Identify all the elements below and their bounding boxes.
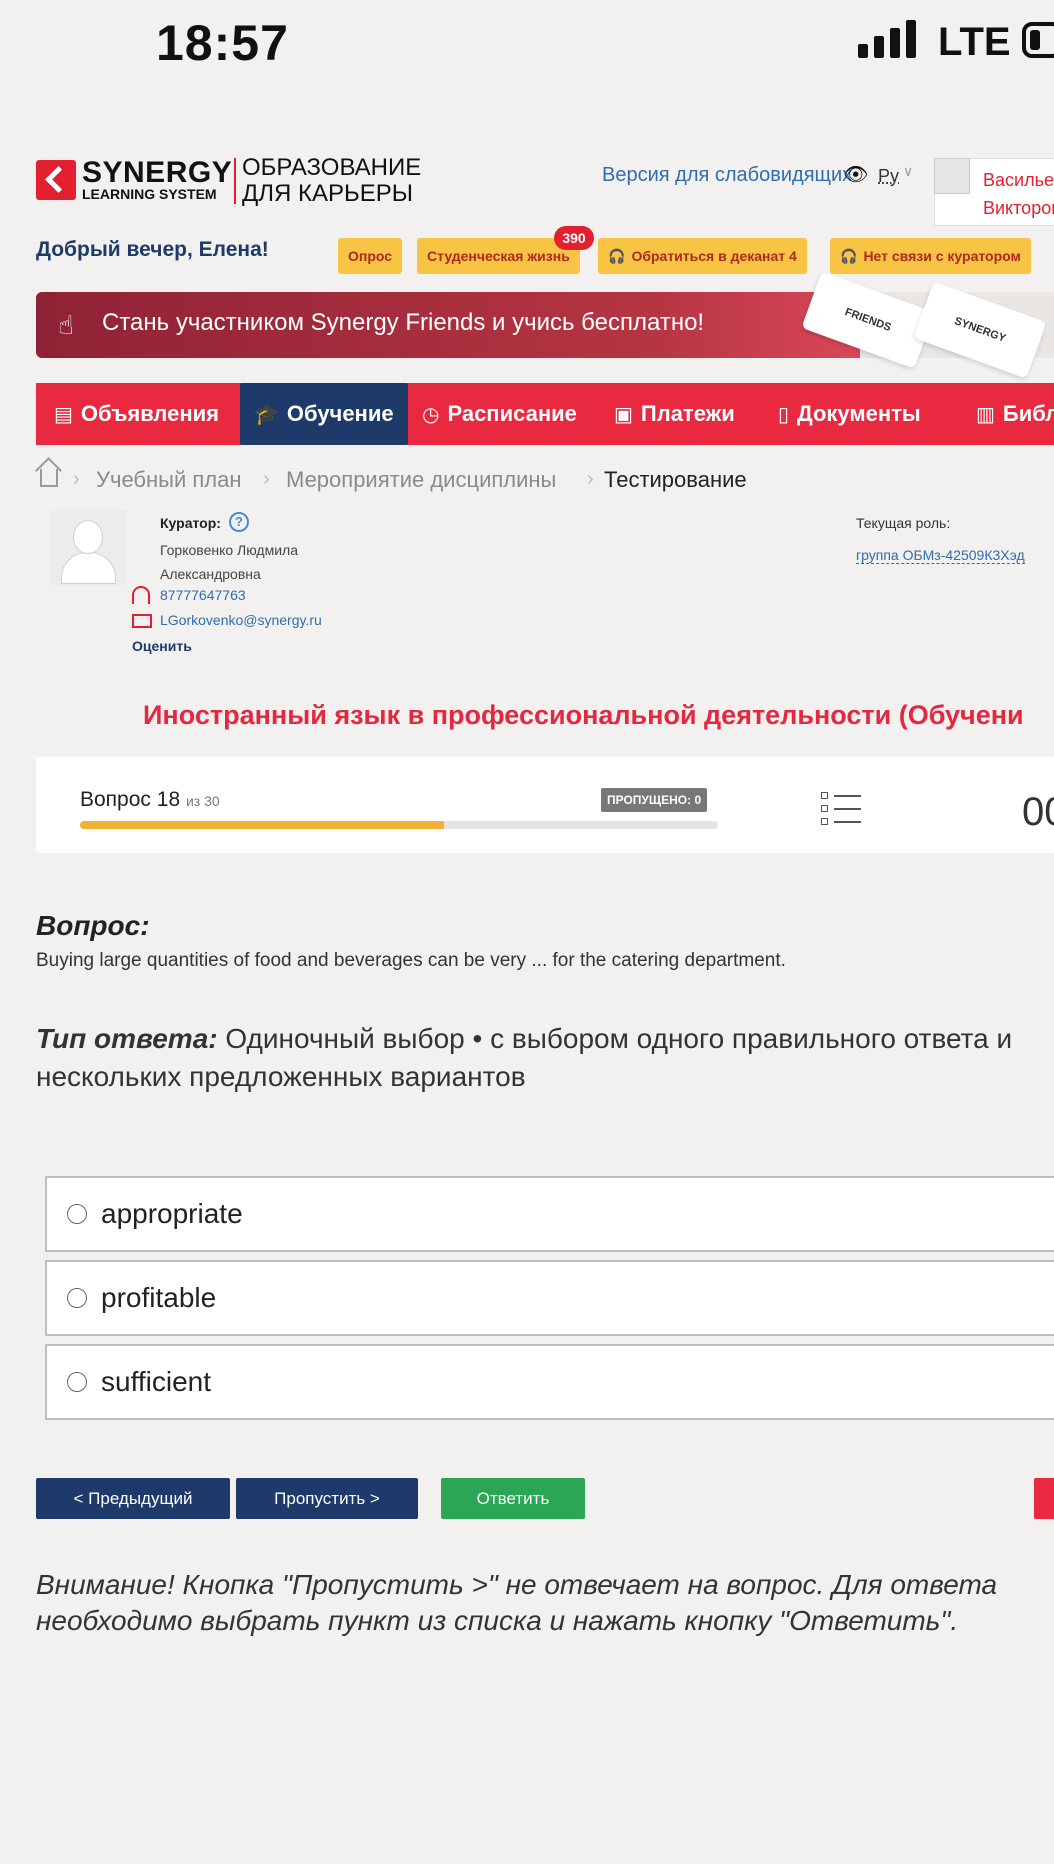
curator-name-line-1: Горковенко Людмила xyxy=(160,542,298,558)
chip-no-curator[interactable]: 🎧 Нет связи с куратором xyxy=(830,238,1031,274)
option-label: profitable xyxy=(101,1282,217,1313)
timer: 00 xyxy=(1022,790,1054,834)
previous-button[interactable]: < Предыдущий xyxy=(36,1478,230,1519)
user-name[interactable]: Васильев Викторов xyxy=(983,166,1054,222)
user-name-line-1: Васильев xyxy=(983,170,1054,190)
breadcrumb-discipline-event[interactable]: Мероприятие дисциплины xyxy=(286,467,556,493)
question-total: из 30 xyxy=(185,793,220,809)
curator-avatar xyxy=(51,510,126,585)
chip-label: Обратиться в деканат 4 xyxy=(631,248,797,264)
home-icon[interactable] xyxy=(40,469,58,487)
nav-label: Расписание xyxy=(447,401,577,426)
skipped-badge: ПРОПУЩЕНО: 0 xyxy=(601,788,708,812)
nav-label: Обучение xyxy=(286,401,394,426)
eye-icon[interactable]: 👁 xyxy=(843,162,868,187)
network-label: LTE xyxy=(938,20,1011,64)
breadcrumb-separator: › xyxy=(263,468,270,490)
radio-button[interactable] xyxy=(67,1372,87,1392)
nav-label: Платежи xyxy=(640,401,735,426)
rate-curator-link[interactable]: Оценить xyxy=(132,638,192,654)
logo-title: SYNERGY xyxy=(82,156,233,189)
role-label: Текущая роль: xyxy=(856,515,951,531)
signal-icon xyxy=(858,20,916,58)
breadcrumb-testing: Тестирование xyxy=(604,467,747,492)
answer-option[interactable]: profitable xyxy=(45,1260,1054,1336)
headset-icon xyxy=(132,586,150,604)
chip-label: Студенческая жизнь xyxy=(427,248,570,264)
question-counter: Вопрос 18 из 30 xyxy=(80,788,220,812)
question-text: Buying large quantities of food and beve… xyxy=(36,950,786,971)
chip-survey[interactable]: Опрос xyxy=(338,238,403,274)
headset-icon: 🎧 xyxy=(608,247,626,264)
nav-library[interactable]: ▥ Библ xyxy=(976,383,1054,445)
option-label: appropriate xyxy=(101,1198,243,1229)
skip-button[interactable]: Пропустить > xyxy=(236,1478,418,1519)
pointer-hand-icon: ☝ xyxy=(58,310,74,340)
radio-button[interactable] xyxy=(67,1204,87,1224)
answer-option[interactable]: appropriate xyxy=(45,1176,1054,1252)
mail-icon xyxy=(132,614,152,628)
logo-divider xyxy=(234,158,236,204)
question-list-icon[interactable] xyxy=(821,792,861,826)
answer-type: Тип ответа: Одиночный выбор • с выбором … xyxy=(36,1020,1054,1096)
graduation-cap-icon: 🎓 xyxy=(254,403,279,426)
answer-button[interactable]: Ответить xyxy=(441,1478,585,1519)
list-icon: ▤ xyxy=(54,403,73,426)
user-name-line-2: Викторов xyxy=(983,198,1054,218)
chevron-down-icon[interactable]: ∨ xyxy=(903,163,913,180)
logo-tagline-line-1: ОБРАЗОВАНИЕ xyxy=(242,154,422,181)
course-title: Иностранный язык в профессиональной деят… xyxy=(143,700,1024,730)
radio-button[interactable] xyxy=(67,1288,87,1308)
user-avatar[interactable] xyxy=(934,158,970,194)
nav-schedule[interactable]: ◷ Расписание xyxy=(422,383,577,445)
nav-announcements[interactable]: ▤ Объявления xyxy=(54,383,219,445)
nav-label: Объявления xyxy=(80,401,219,426)
status-time: 18:57 xyxy=(156,15,289,71)
curator-name: Горковенко Людмила Александровна xyxy=(160,538,298,586)
progress-bar xyxy=(80,821,718,829)
logo-subtitle: LEARNING SYSTEM xyxy=(82,186,217,202)
nav-documents[interactable]: ▯ Документы xyxy=(778,383,921,445)
question-number: 18 xyxy=(156,788,181,811)
document-icon: ▯ xyxy=(778,403,790,426)
breadcrumb-separator: › xyxy=(73,468,80,490)
option-label: sufficient xyxy=(101,1366,211,1397)
breadcrumb-study-plan[interactable]: Учебный план xyxy=(96,467,242,493)
logo-tagline: ОБРАЗОВАНИЕ ДЛЯ КАРЬЕРЫ xyxy=(242,155,421,207)
logo-tagline-line-2: ДЛЯ КАРЬЕРЫ xyxy=(242,180,414,207)
book-icon: ▥ xyxy=(976,403,995,426)
help-icon[interactable]: ? xyxy=(229,512,249,532)
synergy-logo-icon[interactable] xyxy=(36,160,76,200)
nav-payments[interactable]: ▣ Платежи xyxy=(614,383,735,445)
answer-option[interactable]: sufficient xyxy=(45,1344,1054,1420)
curator-label: Куратор: xyxy=(160,515,221,531)
question-word: Вопрос xyxy=(80,788,151,811)
nav-learning[interactable]: 🎓 Обучение xyxy=(240,383,408,445)
breadcrumb-separator: › xyxy=(587,468,594,490)
chip-label: Опрос xyxy=(348,248,393,264)
money-icon: ▣ xyxy=(614,403,633,426)
curator-phone[interactable]: 87777647763 xyxy=(160,587,246,603)
chip-dean-office[interactable]: 🎧 Обратиться в деканат 4 xyxy=(598,238,807,274)
nav-label: Документы xyxy=(797,401,921,426)
battery-icon xyxy=(1022,22,1054,58)
notification-badge: 390 xyxy=(554,226,594,250)
progress-bar-fill xyxy=(80,821,444,829)
chip-label: Нет связи с куратором xyxy=(863,248,1021,264)
greeting: Добрый вечер, Елена! xyxy=(36,238,269,261)
curator-name-line-2: Александровна xyxy=(160,566,261,582)
curator-email[interactable]: LGorkovenko@synergy.ru xyxy=(160,612,322,628)
language-select[interactable]: Ру xyxy=(878,166,899,187)
skip-warning: Внимание! Кнопка "Пропустить >" не отвеч… xyxy=(36,1569,998,1636)
banner-text[interactable]: Стань участником Synergy Friends и учись… xyxy=(102,309,704,337)
headset-icon: 🎧 xyxy=(840,247,858,264)
nav-label: Библ xyxy=(1002,401,1054,426)
accessibility-link[interactable]: Версия для слабовидящих xyxy=(602,164,852,187)
question-heading: Вопрос: xyxy=(36,910,150,941)
clock-icon: ◷ xyxy=(422,403,440,426)
finish-button[interactable] xyxy=(1034,1478,1054,1519)
answer-type-label: Тип ответа: xyxy=(36,1023,218,1054)
role-select[interactable]: группа ОБМз-42509К3Хэд xyxy=(856,547,1025,564)
